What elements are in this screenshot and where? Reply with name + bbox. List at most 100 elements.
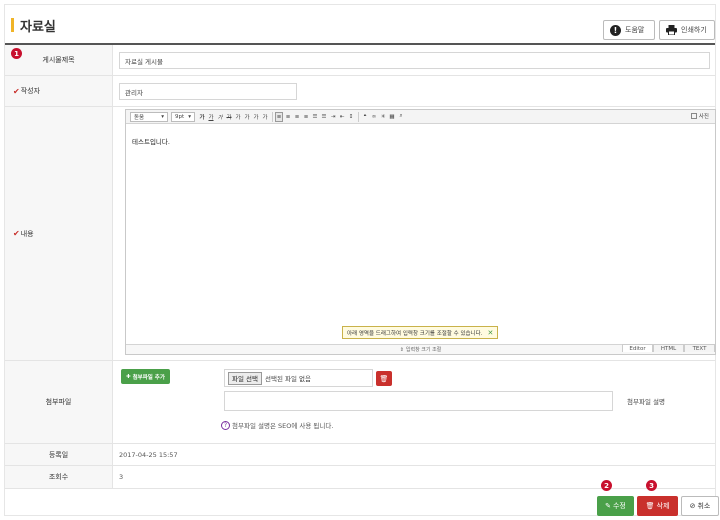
align-right-icon[interactable]: ≡ [293, 112, 301, 122]
seo-note: ? 첨부파일 설명은 SEO에 사용 됩니다. [221, 420, 333, 430]
print-button[interactable]: 인쇄하기 [659, 20, 715, 40]
no-file-text: 선택된 파일 없음 [265, 375, 311, 383]
photo-icon [690, 113, 697, 119]
marker-1: 1 [11, 48, 22, 59]
delete-button[interactable]: 🗑 삭제 [637, 496, 678, 516]
regdate-label: 등록일 [5, 444, 113, 465]
table-icon[interactable]: ▦ [388, 112, 396, 122]
title-input-value: 자료실 게시물 [125, 57, 163, 66]
board-form-panel: 자료실 ! 도움말 인쇄하기 게시물제목 자료실 게시물 1 ✔ 작성자 관리자 [4, 4, 719, 516]
size-select-value: 9pt [175, 113, 185, 120]
title-label-text: 게시물제목 [42, 56, 75, 64]
tab-text[interactable]: TEXT [684, 344, 715, 352]
edit-button-label: 수정 [612, 502, 626, 510]
superscript-button[interactable]: 가 [252, 112, 260, 122]
attachment-label: 첨부파일 [5, 361, 113, 443]
italic-button[interactable]: 가 [216, 112, 224, 122]
title-input[interactable]: 자료실 게시물 [119, 52, 710, 69]
align-center-icon[interactable]: ≡ [284, 112, 292, 122]
numbered-list-icon[interactable]: ☰ [311, 112, 319, 122]
resize-tooltip-text: 아래 영역을 드래그하여 입력창 크기를 조절할 수 있습니다. [347, 330, 483, 337]
content-label-text: 내용 [20, 229, 34, 238]
attachment-label-text: 첨부파일 [45, 398, 72, 406]
close-icon[interactable]: ✕ [487, 329, 493, 337]
regdate-row: 등록일 2017-04-25 15:57 [5, 444, 715, 466]
page-title-text: 자료실 [20, 19, 56, 35]
tab-html[interactable]: HTML [653, 344, 684, 352]
align-left-icon[interactable]: ≡ [275, 111, 283, 122]
page-title: 자료실 [11, 16, 56, 35]
views-value: 3 [119, 473, 124, 481]
size-select[interactable]: 9pt ▾ [171, 111, 195, 122]
author-label-text: 작성자 [20, 87, 41, 95]
font-select-value: 돋움 [134, 114, 145, 121]
subscript-button[interactable]: 가 [261, 112, 269, 122]
author-label: ✔ 작성자 [5, 76, 113, 106]
help-button[interactable]: ! 도움말 [603, 20, 655, 40]
author-input-value: 관리자 [125, 88, 143, 97]
chevron-down-icon: ▾ [161, 113, 164, 120]
bulleted-list-icon[interactable]: ☰ [320, 112, 328, 122]
rich-text-editor[interactable]: 돋움 ▾ 9pt ▾ 가 가 가 가 가 가 가 가 ≡ ≡ ≡ ≡ ☰ ☰ ⇥ ⇤… [125, 109, 716, 355]
edit-button[interactable]: ✎ 수정 [597, 496, 634, 516]
special-char-icon[interactable]: ✳ [379, 112, 387, 122]
views-label: 조회수 [5, 466, 113, 488]
line-height-icon[interactable]: ↕ [347, 112, 355, 122]
attachment-description-input[interactable] [224, 391, 613, 411]
outdent-icon[interactable]: ⇤ [338, 112, 346, 122]
bg-color-button[interactable]: 가 [243, 112, 251, 122]
author-row: ✔ 작성자 관리자 [5, 76, 715, 107]
add-attachment-label: 첨부파일 추가 [132, 374, 165, 381]
toolbar-divider [358, 111, 359, 122]
plus-icon: ✚ [126, 373, 131, 380]
editor-toolbar: 돋움 ▾ 9pt ▾ 가 가 가 가 가 가 가 가 ≡ ≡ ≡ ≡ ☰ ☰ ⇥ ⇤… [126, 110, 715, 124]
editor-content: 테스트입니다. [132, 138, 170, 146]
author-input[interactable]: 관리자 [119, 83, 297, 100]
underline-button[interactable]: 가 [207, 112, 215, 122]
seo-note-text: 첨부파일 설명은 SEO에 사용 됩니다. [232, 422, 334, 430]
title-row: 게시물제목 자료실 게시물 [5, 45, 715, 76]
marker-3: 3 [646, 480, 657, 491]
content-label: ✔ 내용 [5, 107, 113, 360]
editor-mode-tabs: Editor HTML TEXT [622, 344, 715, 352]
quote-icon[interactable]: ❝ [361, 112, 369, 122]
align-justify-icon[interactable]: ≡ [302, 112, 310, 122]
resize-arrow-icon: ⇕ [399, 346, 404, 353]
required-check-icon: ✔ [13, 86, 20, 96]
tab-editor[interactable]: Editor [622, 344, 653, 352]
strike-button[interactable]: 가 [225, 112, 233, 122]
link-icon[interactable]: ∞ [370, 112, 378, 122]
resize-label: 입력창 크기 조절 [405, 347, 442, 353]
required-check-icon: ✔ [13, 229, 20, 238]
regdate-value: 2017-04-25 15:57 [119, 451, 178, 459]
indent-icon[interactable]: ⇥ [329, 112, 337, 122]
title-accent-bar [11, 18, 14, 32]
cancel-button-label: 취소 [697, 502, 711, 510]
bold-button[interactable]: 가 [198, 112, 206, 122]
delete-button-label: 삭제 [656, 502, 670, 510]
edit-icon: ✎ [605, 502, 611, 510]
toolbar-divider [272, 111, 273, 122]
font-select[interactable]: 돋움 ▾ [130, 111, 168, 122]
file-input[interactable]: 파일 선택 선택된 파일 없음 [224, 369, 373, 387]
help-button-label: 도움말 [625, 26, 645, 34]
printer-icon [666, 25, 677, 35]
photo-attach-button[interactable]: 사진 [690, 112, 709, 120]
add-attachment-button[interactable]: ✚ 첨부파일 추가 [121, 369, 170, 384]
photo-label: 사진 [698, 114, 709, 120]
cancel-icon: ⊘ [689, 502, 696, 510]
resize-tooltip: 아래 영역을 드래그하여 입력창 크기를 조절할 수 있습니다. ✕ [342, 326, 499, 339]
print-button-label: 인쇄하기 [681, 26, 707, 34]
cancel-button[interactable]: ⊘ 취소 [681, 496, 719, 516]
font-color-button[interactable]: 가 [234, 112, 242, 122]
help-icon: ? [221, 420, 230, 430]
info-icon: ! [610, 24, 621, 36]
find-icon[interactable]: ⌕ [397, 112, 405, 122]
regdate-label-text: 등록일 [48, 450, 69, 459]
title-label: 게시물제목 [5, 45, 113, 75]
views-label-text: 조회수 [48, 473, 69, 481]
choose-file-button[interactable]: 파일 선택 [228, 371, 262, 385]
delete-file-button[interactable]: 🗑 [376, 371, 392, 386]
trash-icon: 🗑 [645, 502, 655, 510]
trash-icon: 🗑 [379, 374, 389, 383]
